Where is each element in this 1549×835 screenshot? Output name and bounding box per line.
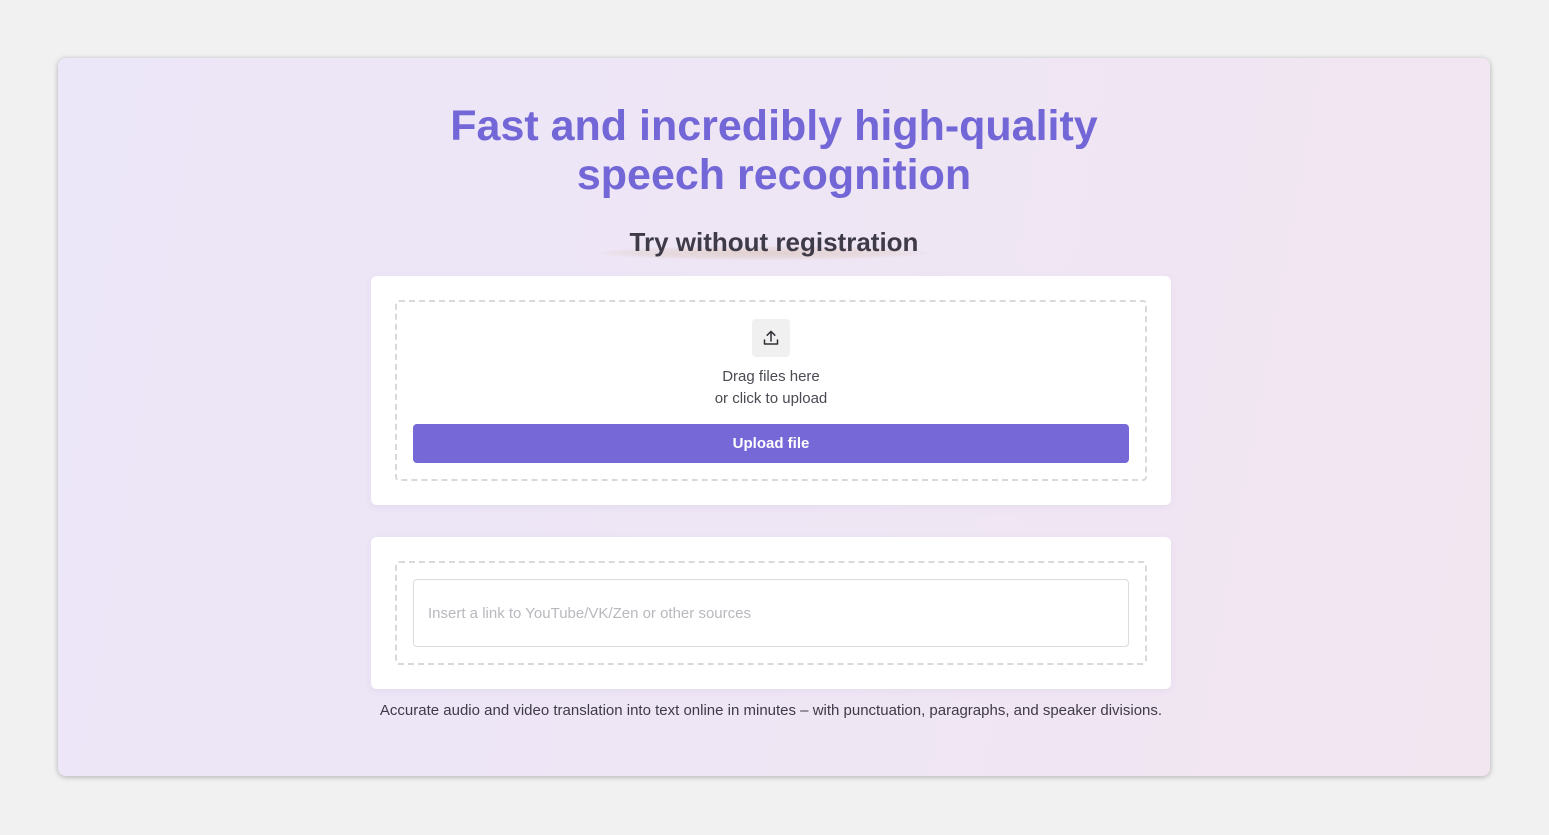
upload-file-button[interactable]: Upload file <box>413 424 1129 463</box>
page-title-line-1: Fast and incredibly high-quality <box>450 102 1098 150</box>
drag-files-text: Drag files here <box>722 368 820 385</box>
page-title-line-2: speech recognition <box>576 151 972 199</box>
link-input[interactable] <box>413 579 1129 647</box>
main-panel: Fast and incredibly high-quality speech … <box>58 58 1490 776</box>
link-dropzone <box>395 561 1147 665</box>
dropzone-instructions: Drag files here or click to upload <box>397 366 1145 410</box>
footer-description: Accurate audio and video translation int… <box>379 702 1163 719</box>
upload-icon[interactable] <box>752 319 790 357</box>
link-card <box>371 537 1171 689</box>
subtitle: Try without registration <box>629 227 919 257</box>
upload-card: Drag files here or click to upload Uploa… <box>371 276 1171 505</box>
upload-dropzone[interactable]: Drag files here or click to upload Uploa… <box>395 300 1147 481</box>
upload-icon-graphic <box>763 330 779 345</box>
page-title: Fast and incredibly high-quality speech … <box>58 102 1490 200</box>
click-to-upload-text: or click to upload <box>714 390 828 407</box>
